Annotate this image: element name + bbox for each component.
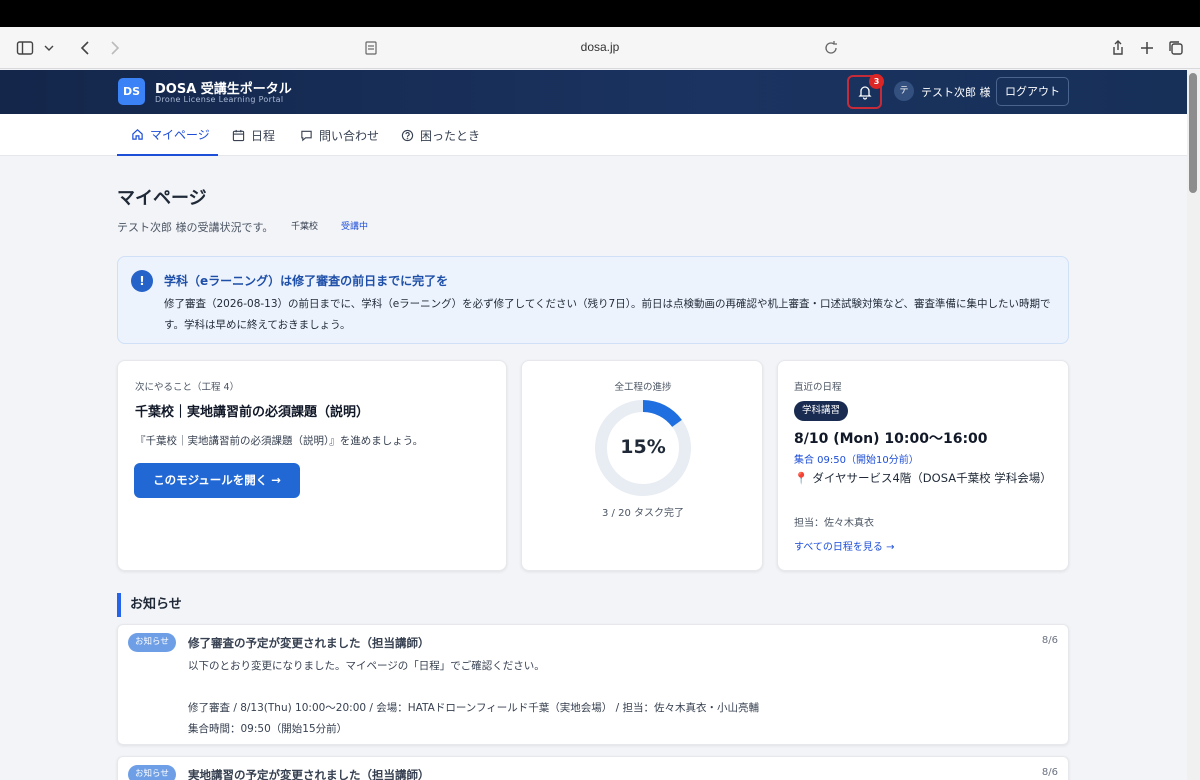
next-task-label: 次にやること（工程 4） (135, 382, 240, 393)
all-schedule-link[interactable]: すべての日程を見る → (794, 538, 894, 553)
tab-label: 困ったとき (420, 128, 481, 143)
tab-mypage[interactable]: マイページ (117, 114, 218, 156)
calendar-icon (232, 129, 245, 141)
sidebar-toggle-icon[interactable] (16, 39, 34, 57)
tabs-overview-icon[interactable] (1167, 39, 1185, 57)
new-tab-icon[interactable] (1138, 39, 1156, 57)
news-title: 修了審査の予定が変更されました（担当講師） (188, 636, 430, 650)
main-nav: マイページ 日程 問い合わせ 困ったとき (0, 114, 1187, 156)
schedule-date: 8/10 (Mon) 10:00〜16:00 (794, 431, 988, 447)
schedule-card: 直近の日程 学科講習 8/10 (Mon) 10:00〜16:00 集合 09:… (777, 360, 1069, 571)
next-task-title: 千葉校｜実地講習前の必須課題（説明） (135, 405, 370, 420)
school-tag: 千葉校 (291, 222, 319, 232)
tab-label: マイページ (150, 127, 210, 142)
reload-icon[interactable] (822, 39, 840, 57)
alert-body: 修了審査（2026-08-13）の前日までに、学科（eラーニング）を必ず修了して… (164, 298, 1051, 331)
progress-label: 全工程の進捗 (614, 382, 672, 393)
news-date: 8/6 (1041, 635, 1058, 646)
status-badge: 受講中 (341, 222, 369, 232)
logo[interactable]: DS (118, 78, 145, 105)
news-badge: お知らせ (128, 765, 176, 780)
progress-card: 全工程の進捗 15% 3 / 20 タスク完了 (521, 360, 763, 571)
news-badge: お知らせ (128, 633, 176, 652)
progress-caption: 3 / 20 タスク完了 (602, 508, 684, 519)
location-pin-icon: 📍 (794, 471, 809, 485)
logout-button[interactable]: ログアウト (996, 77, 1069, 106)
schedule-teacher: 担当：佐々木真衣 (794, 518, 874, 529)
share-icon[interactable] (1109, 39, 1127, 57)
alert-title: 学科（eラーニング）は修了審査の前日までに完了を (164, 274, 449, 288)
page-title: マイページ (117, 188, 207, 209)
page-scrollbar[interactable] (1187, 70, 1200, 780)
schedule-label: 直近の日程 (794, 382, 842, 393)
next-task-card: 次にやること（工程 4） 千葉校｜実地講習前の必須課題（説明） 『千葉校｜実地講… (117, 360, 507, 571)
avatar: テ (894, 81, 914, 101)
tab-label: 日程 (251, 128, 276, 143)
schedule-place: 📍 ダイヤサービス4階（DOSA千葉校 学科会場） (794, 468, 1056, 489)
open-module-button[interactable]: このモジュールを開く → (134, 463, 300, 498)
app-header: DS DOSA 受講生ポータル Drone License Learning P… (0, 70, 1187, 114)
user-name: テスト次郎 様 (921, 86, 991, 99)
browser-toolbar: dosa.jp (0, 27, 1200, 69)
help-icon (401, 129, 414, 141)
news-section-title: お知らせ (117, 593, 182, 617)
system-top-bar (0, 0, 1200, 27)
tab-schedule[interactable]: 日程 (232, 114, 275, 156)
news-title: 実地講習の予定が変更されました（担当講師） (188, 768, 430, 780)
progress-percent: 15% (620, 436, 666, 458)
list-item[interactable]: お知らせ 実地講習の予定が変更されました（担当講師） 8/6 (117, 756, 1069, 780)
notification-count-badge: 3 (869, 74, 884, 89)
chat-icon (301, 130, 312, 141)
next-task-text: 『千葉校｜実地講習前の必須課題（説明）』を進めましょう。 (135, 435, 424, 447)
forward-icon[interactable] (105, 39, 123, 57)
deadline-alert: ! 学科（eラーニング）は修了審査の前日までに完了を 修了審査（2026-08-… (117, 256, 1069, 344)
tab-label: 問い合わせ (319, 128, 380, 143)
chevron-down-icon[interactable] (40, 39, 54, 57)
tab-help[interactable]: 困ったとき (401, 114, 480, 156)
back-icon[interactable] (77, 39, 95, 57)
alert-icon: ! (131, 270, 153, 292)
url-bar[interactable]: dosa.jp (540, 40, 660, 54)
home-icon (132, 128, 143, 140)
news-body: 以下のとおり変更になりました。マイページの「日程」でご確認ください。 修了審査 … (188, 660, 759, 735)
tab-contact[interactable]: 問い合わせ (300, 114, 379, 156)
reader-icon[interactable] (362, 39, 380, 57)
page-description: テスト次郎 様の受講状況です。 (117, 221, 274, 234)
schedule-gather-time: 集合 09:50（開始10分前） (794, 455, 919, 466)
schedule-place-text: ダイヤサービス4階（DOSA千葉校 学科会場） (812, 471, 1052, 485)
schedule-type-badge: 学科講習 (794, 401, 849, 421)
app-subtitle: Drone License Learning Portal (155, 95, 284, 104)
news-date: 8/6 (1041, 767, 1058, 778)
notifications-button[interactable]: 3 (847, 74, 884, 109)
list-item[interactable]: お知らせ 修了審査の予定が変更されました（担当講師） 8/6 以下のとおり変更に… (117, 624, 1069, 745)
scrollbar-thumb[interactable] (1189, 73, 1197, 193)
